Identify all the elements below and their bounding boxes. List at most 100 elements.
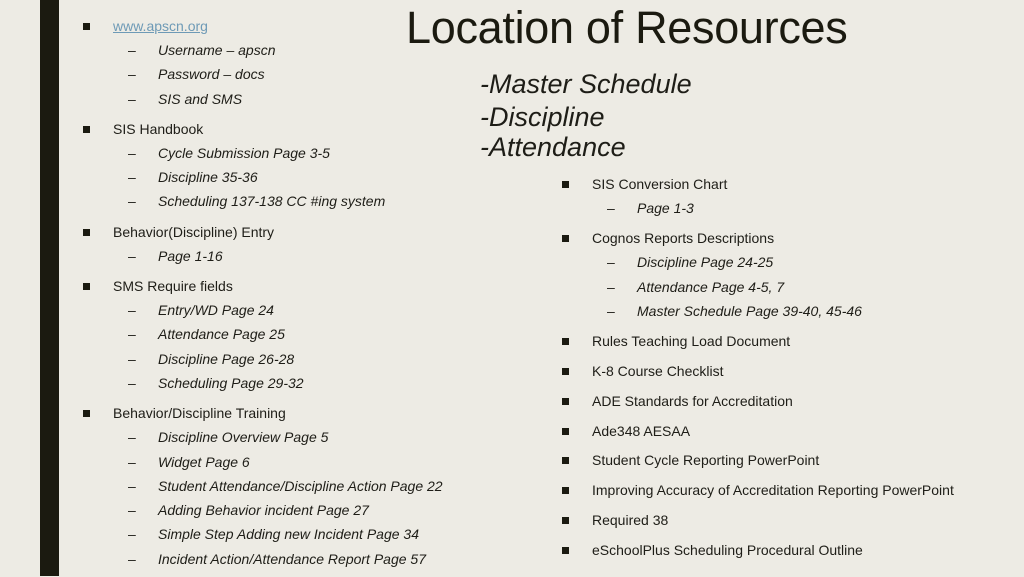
resource-subitem: – Discipline Page 26-28	[83, 347, 443, 371]
square-bullet-icon	[562, 516, 569, 524]
square-bullet-icon	[562, 427, 569, 435]
resource-subitem: – Discipline 35-36	[83, 165, 443, 189]
dash-bullet-icon: –	[128, 169, 136, 186]
slide-title: Location of Resources	[406, 2, 848, 53]
resource-label: Required 38	[592, 511, 669, 528]
square-bullet-icon	[83, 283, 90, 291]
resource-subitem-label: Discipline Overview Page 5	[158, 429, 329, 446]
resource-label: SIS Conversion Chart	[592, 176, 728, 192]
dash-bullet-icon: –	[128, 350, 136, 367]
resource-subitem: – Attendance Page 4-5, 7	[562, 275, 954, 299]
resource-label: Ade348 AESAA	[592, 422, 691, 439]
resource-item: eSchoolPlus Scheduling Procedural Outlin…	[562, 538, 954, 562]
resource-subitem-label: Password – docs	[158, 66, 265, 83]
square-bullet-icon	[562, 367, 569, 375]
left-accent-bar	[40, 0, 59, 576]
resource-subitem: – SIS and SMS	[83, 87, 443, 111]
dash-bullet-icon: –	[128, 326, 136, 343]
resource-item: Rules Teaching Load Document	[562, 329, 954, 353]
resource-item: Student Cycle Reporting PowerPoint	[562, 448, 954, 472]
resource-label: ADE Standards for Accreditation	[592, 392, 793, 409]
resource-group-sis-conversion-chart: SIS Conversion Chart – Page 1-3	[562, 172, 954, 220]
resource-group-cognos-reports-descriptions: Cognos Reports Descriptions – Discipline P…	[562, 226, 954, 323]
dash-bullet-icon: –	[128, 502, 136, 519]
resource-label: SIS Handbook	[113, 120, 204, 137]
resource-group-sis-handbook: SIS Handbook – Cycle Submission Page 3-5 – D…	[83, 117, 443, 214]
resource-group-improving-accuracy-of-accreditation-reporting-powerpoint: Improving Accuracy of Accreditation Repo…	[562, 478, 954, 502]
resource-subitem-label: Page 1-16	[158, 247, 223, 264]
resource-link[interactable]: www.apscn.org	[113, 18, 208, 34]
resource-item: Required 38	[562, 508, 954, 532]
dash-bullet-icon: –	[128, 477, 136, 494]
dash-bullet-icon: –	[128, 429, 136, 446]
resource-subitem-label: Discipline Page 26-28	[158, 350, 295, 367]
square-bullet-icon	[83, 125, 90, 133]
resource-subitem: – Scheduling Page 29-32	[83, 371, 443, 395]
resource-subitem-label: Discipline Page 24-25	[637, 254, 774, 271]
resource-subitem-label: Widget Page 6	[158, 453, 250, 470]
resource-label: Rules Teaching Load Document	[592, 333, 791, 350]
resource-subitem: – Page 1-3	[562, 196, 954, 220]
dash-bullet-icon: –	[128, 144, 136, 161]
resource-item[interactable]: www.apscn.org	[83, 14, 443, 38]
resource-item: Ade348 AESAA	[562, 419, 954, 443]
resource-label: Behavior/Discipline Training	[113, 405, 286, 422]
resource-group-www-apscn-org: www.apscn.org – Username – apscn – Password …	[83, 14, 443, 111]
dash-bullet-icon: –	[128, 526, 136, 543]
resource-subitem: – Student Attendance/Discipline Action Pa…	[83, 474, 443, 498]
resource-subitem: – Adding Behavior incident Page 27	[83, 498, 443, 522]
resource-subitem: – Cycle Submission Page 3-5	[83, 141, 443, 165]
resource-subitem: – Widget Page 6	[83, 450, 443, 474]
resource-group-behavior-discipline-training: Behavior/Discipline Training – Discipline …	[83, 401, 443, 571]
dash-bullet-icon: –	[128, 550, 136, 567]
resource-subitem-label: Cycle Submission Page 3-5	[158, 144, 330, 161]
resource-subitem-label: Page 1-3	[637, 200, 694, 216]
dash-bullet-icon: –	[128, 453, 136, 470]
resource-label: Cognos Reports Descriptions	[592, 230, 775, 247]
resource-item: Cognos Reports Descriptions	[562, 226, 954, 250]
dash-bullet-icon: –	[128, 193, 136, 210]
resource-item: K-8 Course Checklist	[562, 359, 954, 383]
resource-group-behavior-discipline-entry: Behavior(Discipline) Entry – Page 1-16	[83, 220, 443, 268]
dash-bullet-icon: –	[128, 302, 136, 319]
resource-label: Improving Accuracy of Accreditation Repo…	[592, 482, 954, 499]
resource-subitem: – Discipline Page 24-25	[562, 250, 954, 274]
resource-subitem-label: SIS and SMS	[158, 90, 243, 107]
resource-subitem: – Incident Action/Attendance Report Page …	[83, 547, 443, 571]
resource-subitem-label: Adding Behavior incident Page 27	[158, 502, 369, 519]
resource-group-rules-teaching-load-document: Rules Teaching Load Document	[562, 329, 954, 353]
resource-subitem-label: Simple Step Adding new Incident Page 34	[158, 526, 419, 543]
resource-item: SIS Conversion Chart	[562, 172, 954, 196]
dash-bullet-icon: –	[128, 42, 136, 58]
resource-subitem: – Scheduling 137-138 CC #ing system	[83, 189, 443, 213]
resource-item: Improving Accuracy of Accreditation Repo…	[562, 478, 954, 502]
dash-bullet-icon: –	[128, 374, 136, 391]
topic-master-schedule: -Master Schedule	[480, 69, 692, 99]
resource-subitem: – Simple Step Adding new Incident Page 34	[83, 522, 443, 546]
resource-subitem-label: Attendance Page 25	[158, 326, 285, 343]
resource-subitem-label: Scheduling 137-138 CC #ing system	[158, 193, 386, 210]
square-bullet-icon	[562, 181, 569, 188]
resource-subitem: – Password – docs	[83, 62, 443, 86]
square-bullet-icon	[562, 457, 569, 465]
resource-item: ADE Standards for Accreditation	[562, 389, 954, 413]
resource-label: K-8 Course Checklist	[592, 362, 724, 379]
resource-subitem: – Master Schedule Page 39-40, 45-46	[562, 299, 954, 323]
topic-attendance: -Attendance	[480, 132, 626, 162]
resource-subitem: – Username – apscn	[83, 38, 443, 62]
resource-subitem-label: Incident Action/Attendance Report Page 5…	[158, 550, 426, 567]
dash-bullet-icon: –	[607, 278, 615, 295]
resource-item: SMS Require fields	[83, 274, 443, 298]
dash-bullet-icon: –	[128, 66, 136, 83]
dash-bullet-icon: –	[607, 200, 615, 216]
dash-bullet-icon: –	[607, 254, 615, 271]
resource-subitem-label: Discipline 35-36	[158, 169, 258, 186]
dash-bullet-icon: –	[128, 90, 136, 107]
square-bullet-icon	[562, 546, 569, 554]
square-bullet-icon	[83, 228, 90, 236]
left-resource-list: www.apscn.org – Username – apscn – Password …	[83, 14, 443, 577]
resource-subitem-label: Student Attendance/Discipline Action Pag…	[158, 477, 443, 494]
resource-item: SIS Handbook	[83, 117, 443, 141]
resource-subitem-label: Master Schedule Page 39-40, 45-46	[637, 302, 862, 319]
resource-subitem-label: Scheduling Page 29-32	[158, 374, 304, 391]
